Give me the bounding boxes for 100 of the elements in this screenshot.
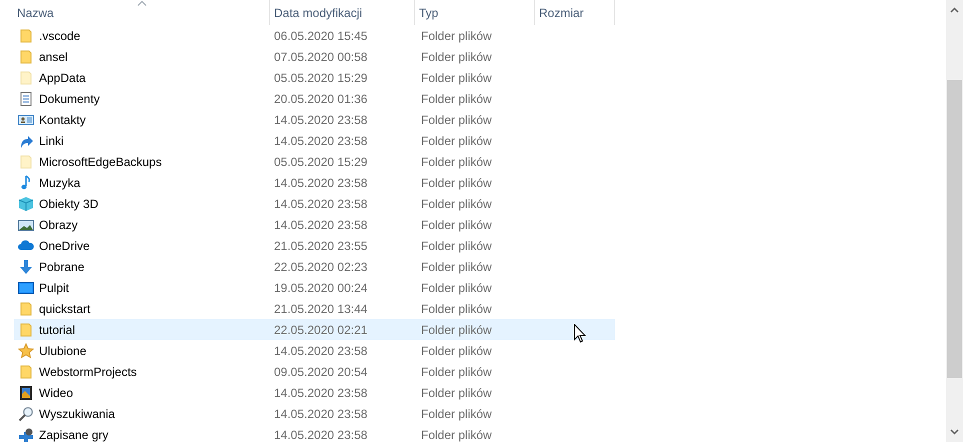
file-row[interactable]: Obrazy 14.05.2020 23:58 Folder plików [14, 214, 615, 235]
sort-caret-icon [136, 0, 146, 6]
file-row[interactable]: MicrosoftEdgeBackups 05.05.2020 15:29 Folder plików [14, 151, 615, 172]
file-row[interactable]: AppData 05.05.2020 15:29 Folder plików [14, 67, 615, 88]
file-name-text: Dokumenty [39, 92, 100, 106]
file-name-text: Muzyka [39, 176, 80, 190]
date-cell-text: 14.05.2020 23:58 [273, 342, 368, 360]
file-row[interactable]: Zapisane gry 14.05.2020 23:58 Folder plików [14, 424, 615, 442]
date-cell-text: 14.05.2020 23:58 [273, 174, 368, 192]
type-cell-text: Folder plików [420, 174, 493, 192]
type-cell-text: Folder plików [420, 322, 493, 338]
type-cell-text: Folder plików [420, 70, 493, 86]
file-name[interactable]: .vscode [14, 25, 270, 46]
type-cell-text: Folder plików [420, 300, 493, 318]
file-name[interactable]: Pobrane [14, 256, 270, 277]
type-cell-text: Folder plików [420, 342, 493, 360]
file-row[interactable]: Pulpit 19.05.2020 00:24 Folder plików [14, 277, 615, 298]
file-row[interactable]: ansel 07.05.2020 00:58 Folder plików [14, 46, 615, 67]
type-cell-text: Folder plików [420, 154, 493, 170]
type-cell-text: Folder plików [420, 364, 493, 380]
file-name-text: tutorial [39, 322, 76, 336]
column-header[interactable]: Rozmiar [535, 0, 615, 25]
folder-icon [18, 70, 34, 86]
file-name[interactable]: Wideo [14, 382, 270, 403]
scroll-thumb[interactable] [947, 80, 962, 378]
date-cell-text: 20.05.2020 01:36 [273, 90, 368, 108]
folder-icon [18, 364, 34, 380]
star-icon [18, 342, 34, 358]
file-name[interactable]: MicrosoftEdgeBackups [14, 151, 270, 172]
file-name[interactable]: WebstormProjects [14, 361, 270, 382]
file-name-text: Wideo [39, 386, 74, 400]
file-row[interactable]: Pobrane 22.05.2020 02:23 Folder plików [14, 256, 615, 277]
column-header[interactable]: Data modyfikacji [270, 0, 415, 25]
file-name-text: Wyszukiwania [39, 406, 115, 420]
file-name-text: quickstart [39, 302, 90, 316]
file-row[interactable]: OneDrive 21.05.2020 23:55 Folder plików [14, 235, 615, 256]
file-name[interactable]: Obrazy [14, 214, 270, 235]
file-row[interactable]: Kontakty 14.05.2020 23:58 Folder plików [14, 109, 615, 130]
file-name[interactable]: Kontakty [14, 109, 270, 130]
file-name-text: Ulubione [39, 344, 86, 358]
type-cell-text: Folder plików [420, 426, 493, 442]
file-row[interactable]: Ulubione 14.05.2020 23:58 Folder plików [14, 340, 615, 361]
file-name[interactable]: Obiekty 3D [14, 193, 270, 214]
file-row[interactable]: quickstart 21.05.2020 13:44 Folder plików [14, 298, 615, 319]
file-name[interactable]: quickstart [14, 298, 270, 319]
file-row[interactable]: Muzyka 14.05.2020 23:58 Folder plików [14, 172, 615, 193]
file-row[interactable]: WebstormProjects 09.05.2020 20:54 Folder plików [14, 361, 615, 382]
folder-icon [18, 322, 34, 338]
folder-icon [18, 28, 34, 44]
file-name[interactable]: Muzyka [14, 172, 270, 193]
file-name-text: Pobrane [39, 260, 84, 274]
file-name[interactable]: ansel [14, 46, 270, 67]
file-name-text: Obiekty 3D [39, 196, 98, 210]
scroll-down-icon[interactable] [950, 429, 959, 435]
folder-icon [18, 48, 34, 64]
date-cell-text: 14.05.2020 23:58 [273, 384, 368, 402]
file-name-text: Linki [39, 134, 64, 148]
monitor-icon [18, 280, 34, 296]
date-cell-text: 14.05.2020 23:58 [273, 426, 368, 442]
scroll-up-icon[interactable] [950, 7, 959, 13]
type-cell-text: Folder plików [420, 132, 493, 150]
column-header[interactable]: Typ [415, 0, 535, 25]
file-name[interactable]: Pulpit [14, 277, 270, 298]
file-name-text: ansel [39, 50, 68, 64]
file-name[interactable]: Ulubione [14, 340, 270, 361]
file-row[interactable]: tutorial 22.05.2020 02:21 Folder plików [14, 319, 615, 340]
scrollbar[interactable] [946, 0, 963, 442]
type-cell-text: Folder plików [420, 28, 493, 44]
type-cell-text: Folder plików [420, 238, 493, 254]
file-name[interactable]: Wyszukiwania [14, 403, 270, 424]
type-cell-text: Folder plików [420, 384, 493, 402]
file-name-text: Obrazy [39, 218, 78, 232]
date-cell-text: 14.05.2020 23:58 [273, 406, 368, 422]
file-name[interactable]: Zapisane gry [14, 424, 270, 442]
file-row[interactable]: Linki 14.05.2020 23:58 Folder plików [14, 130, 615, 151]
game-piece-icon [18, 426, 34, 442]
file-row[interactable]: Dokumenty 20.05.2020 01:36 Folder plików [14, 88, 615, 109]
date-cell-text: 07.05.2020 00:58 [273, 48, 368, 66]
down-arrow-icon [18, 258, 34, 274]
file-row[interactable]: Wideo 14.05.2020 23:58 Folder plików [14, 382, 615, 403]
column-header[interactable]: Nazwa [14, 0, 270, 25]
date-cell-text: 14.05.2020 23:58 [273, 112, 368, 128]
file-name-text: .vscode [39, 28, 80, 42]
file-name[interactable]: Linki [14, 130, 270, 151]
file-name[interactable]: tutorial [14, 319, 270, 340]
folder-icon [18, 300, 34, 316]
file-row[interactable]: .vscode 06.05.2020 15:45 Folder plików [14, 25, 615, 46]
file-row[interactable]: Obiekty 3D 14.05.2020 23:58 Folder plików [14, 193, 615, 214]
type-cell-text: Folder plików [420, 280, 493, 296]
file-name[interactable]: AppData [14, 67, 270, 88]
date-cell-text: 19.05.2020 00:24 [273, 280, 368, 296]
magnifier-icon [18, 406, 34, 422]
date-cell-text: 21.05.2020 13:44 [273, 300, 368, 318]
film-icon [18, 384, 34, 400]
file-name[interactable]: OneDrive [14, 235, 270, 256]
file-row[interactable]: Wyszukiwania 14.05.2020 23:58 Folder plików [14, 403, 615, 424]
type-cell-text: Folder plików [420, 216, 493, 234]
file-name-text: MicrosoftEdgeBackups [39, 154, 162, 168]
type-cell-text: Folder plików [420, 406, 493, 422]
file-name[interactable]: Dokumenty [14, 88, 270, 109]
